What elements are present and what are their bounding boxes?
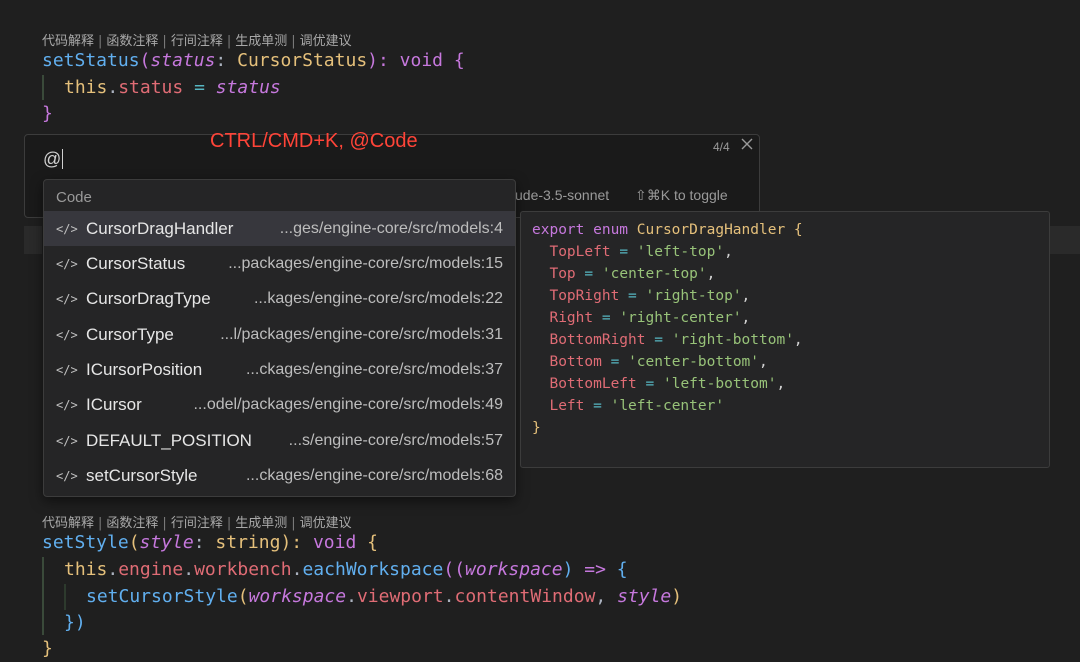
suggestion-name: CursorStatus [86, 253, 186, 273]
indent-guide [42, 75, 44, 100]
editor-line-highlight-right [1049, 226, 1080, 254]
suggestion-path: ...s/engine-core/src/models:57 [288, 431, 503, 449]
suggestion-item[interactable]: </> DEFAULT_POSITION ...s/engine-core/src/… [44, 423, 515, 458]
code-line-set-cursor-style[interactable]: setCursorStyle(workspace.viewport.conten… [86, 584, 682, 610]
suggestion-name: DEFAULT_POSITION [86, 430, 252, 450]
suggestion-name: CursorDragHandler [86, 218, 234, 238]
codelens-top: 代码解释 | 函数注释 | 行间注释 | 生成单测 | 调优建议 [42, 30, 352, 49]
suggestion-item[interactable]: </> ICursor ...odel/packages/engine-core/s… [44, 387, 515, 422]
popup-header: Code [56, 189, 92, 206]
code-line-setstyle-signature[interactable]: setStyle(style: string): void { [42, 530, 378, 556]
code-line-setstatus-signature[interactable]: setStatus(status: CursorStatus): void { [42, 48, 465, 74]
code-line-close-brace[interactable]: } [42, 636, 53, 662]
suggestion-name: setCursorStyle [86, 465, 198, 485]
suggestion-name: ICursorPosition [86, 359, 203, 379]
code-preview-panel: export enum CursorDragHandler { TopLeft … [520, 211, 1050, 468]
model-selector[interactable]: ude-3.5-sonnet [515, 187, 609, 203]
code-icon: </> [56, 397, 78, 412]
code-line-assign-status[interactable]: this.status = status [64, 75, 281, 101]
prompt-counter: 4/4 [713, 140, 730, 154]
suggestion-item[interactable]: </> setCursorStyle ...ckages/engine-core/s… [44, 458, 515, 493]
suggestion-item[interactable]: </> ICursorPosition ...ckages/engine-core/… [44, 352, 515, 387]
codelens-unit-test-link[interactable]: 生成单测 [235, 516, 287, 531]
codelens-separator: | [162, 34, 167, 49]
codelens-inline-comment-link[interactable]: 行间注释 [171, 516, 223, 531]
suggestion-item[interactable]: </> CursorStatus ...packages/engine-core/s… [44, 246, 515, 281]
codelens-explain-link[interactable]: 代码解释 [42, 34, 94, 49]
suggestion-item[interactable]: </> CursorType ...l/packages/engine-core/s… [44, 317, 515, 352]
codelens-bottom: 代码解释 | 函数注释 | 行间注释 | 生成单测 | 调优建议 [42, 512, 352, 531]
suggestion-name: ICursor [86, 394, 142, 414]
suggestion-item[interactable]: </> CursorDragType ...kages/engine-core/sr… [44, 281, 515, 316]
codelens-explain-link[interactable]: 代码解释 [42, 516, 94, 531]
close-icon[interactable] [739, 135, 757, 153]
codelens-function-comment-link[interactable]: 函数注释 [106, 516, 158, 531]
suggestion-name: CursorType [86, 324, 174, 344]
codelens-separator: | [98, 516, 103, 531]
code-icon: </> [56, 362, 78, 377]
code-mention-popup: Code </> CursorDragHandler ...ges/engine-c… [43, 179, 516, 497]
code-icon: </> [56, 221, 78, 236]
suggestion-path: ...ges/engine-core/src/models:4 [279, 219, 503, 237]
suggestion-path: ...odel/packages/engine-core/src/models:… [193, 395, 503, 413]
suggestion-path: ...l/packages/engine-core/src/models:31 [220, 325, 503, 343]
codelens-unit-test-link[interactable]: 生成单测 [235, 34, 287, 49]
codelens-separator: | [226, 516, 232, 531]
codelens-separator: | [162, 516, 167, 531]
editor-line-highlight [24, 226, 42, 254]
code-line-close-brace[interactable]: } [42, 101, 53, 127]
codelens-optimize-link[interactable]: 调优建议 [300, 34, 352, 49]
toggle-shortcut-hint: ⇧⌘K to toggle [635, 187, 728, 203]
text-caret [62, 149, 64, 169]
code-icon: </> [56, 256, 78, 271]
suggestion-path: ...ckages/engine-core/src/models:68 [245, 466, 503, 484]
suggestion-item[interactable]: </> CursorDragHandler ...ges/engine-core/s… [44, 211, 515, 246]
code-line-close-callback[interactable]: }) [64, 610, 86, 636]
code-icon: </> [56, 327, 78, 342]
codelens-optimize-link[interactable]: 调优建议 [300, 516, 352, 531]
code-line-each-workspace[interactable]: this.engine.workbench.eachWorkspace((wor… [64, 557, 628, 583]
indent-guide [42, 557, 44, 635]
suggestion-path: ...kages/engine-core/src/models:22 [253, 289, 503, 307]
codelens-separator: | [291, 34, 296, 49]
codelens-function-comment-link[interactable]: 函数注释 [106, 34, 158, 49]
preview-code: export enum CursorDragHandler { TopLeft … [532, 222, 803, 436]
code-icon: </> [56, 433, 78, 448]
suggestion-path: ...ckages/engine-core/src/models:37 [245, 360, 503, 378]
indent-guide [64, 584, 66, 610]
code-icon: </> [56, 468, 78, 483]
prompt-input[interactable]: @ [43, 149, 64, 170]
codelens-separator: | [226, 34, 232, 49]
suggestion-path: ...packages/engine-core/src/models:15 [228, 254, 503, 272]
codelens-separator: | [291, 516, 296, 531]
codelens-inline-comment-link[interactable]: 行间注释 [171, 34, 223, 49]
suggestion-name: CursorDragType [86, 288, 211, 308]
code-icon: </> [56, 291, 78, 306]
red-annotation-label: CTRL/CMD+K, @Code [210, 130, 418, 152]
codelens-separator: | [98, 34, 103, 49]
